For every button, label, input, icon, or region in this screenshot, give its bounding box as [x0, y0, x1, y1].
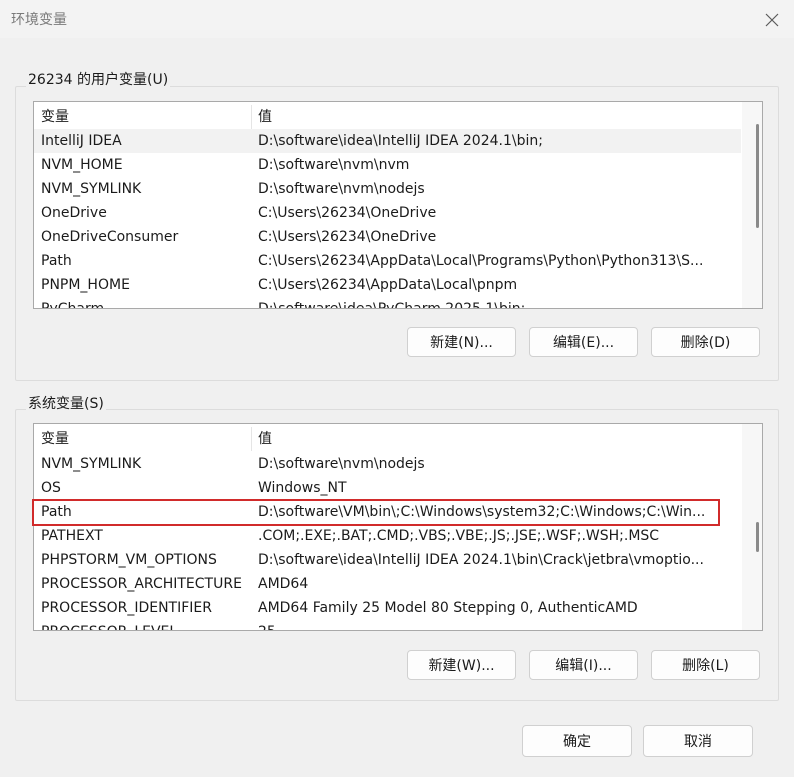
var-name: Path [41, 253, 72, 269]
var-name: OS [41, 480, 61, 496]
table-row[interactable]: OneDriveConsumer C:\Users\26234\OneDrive [34, 225, 741, 249]
scrollbar-thumb[interactable] [756, 124, 759, 228]
close-button[interactable] [762, 10, 782, 30]
system-vars-scrollbar[interactable] [742, 424, 762, 630]
var-name: Path [41, 504, 72, 520]
var-name: IntelliJ IDEA [41, 133, 122, 149]
var-value: D:\software\idea\PyCharm 2025.1\bin; [258, 301, 526, 309]
var-name: PyCharm [41, 301, 105, 309]
cancel-button[interactable]: 取消 [643, 725, 753, 757]
user-new-button[interactable]: 新建(N)... [407, 327, 516, 357]
var-value: C:\Users\26234\OneDrive [258, 205, 437, 221]
var-value: C:\Users\26234\AppData\Local\pnpm [258, 277, 518, 293]
var-name: OneDriveConsumer [41, 229, 179, 245]
var-value: AMD64 Family 25 Model 80 Stepping 0, Aut… [258, 600, 638, 616]
column-divider[interactable] [251, 427, 252, 451]
var-value: D:\software\idea\IntelliJ IDEA 2024.1\bi… [258, 552, 704, 568]
system-delete-button[interactable]: 删除(L) [651, 650, 760, 680]
table-row[interactable]: NVM_HOME D:\software\nvm\nvm [34, 153, 741, 177]
var-value: Windows_NT [258, 480, 347, 496]
table-row[interactable]: OneDrive C:\Users\26234\OneDrive [34, 201, 741, 225]
table-row[interactable]: NVM_SYMLINK D:\software\nvm\nodejs [34, 177, 741, 201]
column-header-value[interactable]: 值 [258, 427, 730, 451]
column-header-variable[interactable]: 变量 [41, 105, 249, 129]
table-row[interactable]: IntelliJ IDEA D:\software\idea\IntelliJ … [34, 129, 741, 153]
user-vars-list[interactable]: 变量 值 IntelliJ IDEA D:\software\idea\Inte… [33, 101, 763, 309]
system-vars-label: 系统变量(S) [26, 393, 106, 413]
column-header-variable[interactable]: 变量 [41, 427, 249, 451]
user-delete-button[interactable]: 删除(D) [651, 327, 760, 357]
var-name: OneDrive [41, 205, 107, 221]
title-bar: 环境变量 [0, 0, 794, 38]
table-row[interactable]: PyCharm D:\software\idea\PyCharm 2025.1\… [34, 297, 741, 309]
table-row[interactable]: PHPSTORM_VM_OPTIONS D:\software\idea\Int… [34, 548, 741, 572]
var-value: C:\Users\26234\AppData\Local\Programs\Py… [258, 253, 704, 269]
var-value: 25 [258, 620, 730, 630]
var-name: NVM_HOME [41, 157, 123, 173]
var-name: PATHEXT [41, 528, 103, 544]
table-row[interactable]: OS Windows_NT [34, 476, 741, 500]
var-value: AMD64 [258, 576, 309, 592]
var-name: PNPM_HOME [41, 277, 130, 293]
table-row[interactable]: PROCESSOR_ARCHITECTURE AMD64 [34, 572, 741, 596]
var-value: D:\software\nvm\nodejs [258, 181, 425, 197]
list-header: 变量 值 [34, 427, 741, 451]
var-value: D:\software\VM\bin\;C:\Windows\system32;… [258, 504, 706, 520]
scrollbar-thumb[interactable] [756, 522, 759, 552]
var-value: D:\software\nvm\nodejs [258, 456, 425, 472]
var-name: NVM_SYMLINK [41, 456, 142, 472]
var-name: PROCESSOR_ARCHITECTURE [41, 576, 242, 592]
var-name: PROCESSOR_LEVEL [41, 620, 249, 630]
table-row[interactable]: Path C:\Users\26234\AppData\Local\Progra… [34, 249, 741, 273]
column-header-value[interactable]: 值 [258, 105, 730, 129]
table-row[interactable]: NVM_SYMLINK D:\software\nvm\nodejs [34, 452, 741, 476]
var-name: PHPSTORM_VM_OPTIONS [41, 552, 217, 568]
list-header: 变量 值 [34, 105, 741, 129]
user-vars-label: 26234 的用户变量(U) [26, 69, 171, 89]
system-new-button[interactable]: 新建(W)... [407, 650, 516, 680]
var-value: C:\Users\26234\OneDrive [258, 229, 437, 245]
system-vars-list[interactable]: 变量 值 NVM_SYMLINK D:\software\nvm\nodejs … [33, 423, 763, 631]
var-value: D:\software\idea\IntelliJ IDEA 2024.1\bi… [258, 133, 543, 149]
table-row[interactable]: PATHEXT .COM;.EXE;.BAT;.CMD;.VBS;.VBE;.J… [34, 524, 741, 548]
var-name: PROCESSOR_IDENTIFIER [41, 600, 212, 616]
user-vars-scrollbar[interactable] [742, 102, 762, 308]
close-icon [762, 10, 782, 30]
table-row[interactable]: Path D:\software\VM\bin\;C:\Windows\syst… [34, 500, 741, 524]
column-divider[interactable] [251, 105, 252, 129]
table-row[interactable]: PNPM_HOME C:\Users\26234\AppData\Local\p… [34, 273, 741, 297]
table-row[interactable]: PROCESSOR_LEVEL 25 [34, 620, 741, 630]
system-edit-button[interactable]: 编辑(I)... [529, 650, 638, 680]
ok-button[interactable]: 确定 [522, 725, 632, 757]
table-row[interactable]: PROCESSOR_IDENTIFIER AMD64 Family 25 Mod… [34, 596, 741, 620]
window-title: 环境变量 [11, 12, 67, 28]
user-edit-button[interactable]: 编辑(E)... [529, 327, 638, 357]
var-name: NVM_SYMLINK [41, 181, 142, 197]
var-value: .COM;.EXE;.BAT;.CMD;.VBS;.VBE;.JS;.JSE;.… [258, 528, 660, 544]
var-value: D:\software\nvm\nvm [258, 157, 410, 173]
